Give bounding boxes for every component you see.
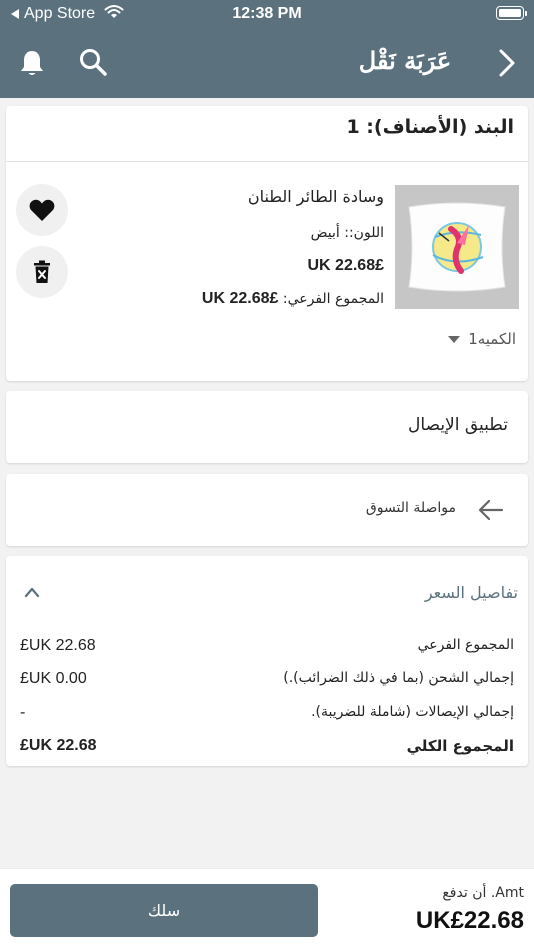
items-count-header: البند (الأصناف): 1: [6, 106, 528, 162]
cart-items-card: البند (الأصناف): 1 وسادة الطائر الطنان ا: [6, 106, 528, 381]
product-image[interactable]: [395, 185, 519, 309]
product-subtotal: المجموع الفرعي: £UK 22.68: [124, 290, 384, 308]
favorite-button[interactable]: [16, 184, 68, 236]
amount-to-pay-value: UK£22.68: [415, 907, 524, 934]
price-details-card: تفاصيل السعر المجموع الفرعي £UK 22.68 إج…: [6, 556, 528, 766]
price-row-value: £UK 22.68: [20, 737, 97, 754]
subtotal-label: المجموع الفرعي:: [282, 291, 384, 307]
clock: 12:38 PM: [232, 5, 302, 22]
top-nav-bar: عَرَبَة نَقْل: [0, 28, 534, 98]
delete-item-button[interactable]: [16, 246, 68, 298]
apply-voucher-label: تطبيق الإيصال: [408, 415, 508, 435]
trash-icon: [34, 260, 50, 283]
price-row-vouchers: إجمالي الإيصالات (شاملة للضريبة). -: [20, 704, 514, 728]
quantity-label: الكميه1: [468, 330, 516, 348]
price-row-value: £UK 22.68: [20, 637, 96, 654]
price-row-shipping: إجمالي الشحن (بما في ذلك الضرائب).) £UK …: [20, 670, 514, 694]
product-color: اللون:: أبيض: [310, 225, 384, 241]
apply-voucher-card[interactable]: تطبيق الإيصال: [6, 391, 528, 463]
product-price: £UK 22.68: [307, 257, 385, 274]
heart-icon: [29, 199, 55, 221]
price-details-title: تفاصيل السعر: [424, 583, 518, 602]
subtotal-amount: £UK 22.68: [201, 290, 279, 307]
quantity-dropdown[interactable]: الكميه1: [448, 330, 516, 348]
status-bar: App Store 12:38 PM: [0, 0, 534, 28]
chevron-right-icon[interactable]: [498, 48, 516, 78]
checkout-button[interactable]: سلك: [10, 884, 318, 937]
caret-down-icon: [448, 335, 461, 343]
continue-shopping-label: مواصلة التسوق: [365, 500, 456, 516]
search-icon[interactable]: [78, 47, 108, 77]
product-name[interactable]: وسادة الطائر الطنان: [124, 186, 384, 208]
price-row-value: £UK 0.00: [20, 670, 87, 687]
continue-shopping-card[interactable]: مواصلة التسوق: [6, 474, 528, 546]
price-row-label: المجموع الفرعي: [417, 637, 514, 653]
bell-icon[interactable]: [18, 48, 46, 78]
chevron-up-icon[interactable]: [24, 586, 40, 598]
battery-icon: [496, 6, 527, 20]
amount-to-pay-label: Amt. أن تدفع: [442, 885, 524, 901]
price-row-value: -: [20, 704, 26, 721]
price-row-subtotal: المجموع الفرعي £UK 22.68: [20, 637, 514, 661]
price-row-label: إجمالي الشحن (بما في ذلك الضرائب).): [283, 670, 514, 686]
pillow-hummingbird-image: [395, 185, 519, 309]
product-details: وسادة الطائر الطنان اللون:: أبيض £UK 22.…: [124, 186, 384, 308]
app-logo: عَرَبَة نَقْل: [358, 46, 452, 75]
price-row-label: المجموع الكلي: [406, 737, 514, 755]
price-row-total: المجموع الكلي £UK 22.68: [20, 737, 514, 761]
arrow-left-icon: [478, 499, 504, 521]
price-row-label: إجمالي الإيصالات (شاملة للضريبة).: [311, 704, 514, 720]
checkout-bar: سلك Amt. أن تدفع UK£22.68: [0, 868, 534, 950]
